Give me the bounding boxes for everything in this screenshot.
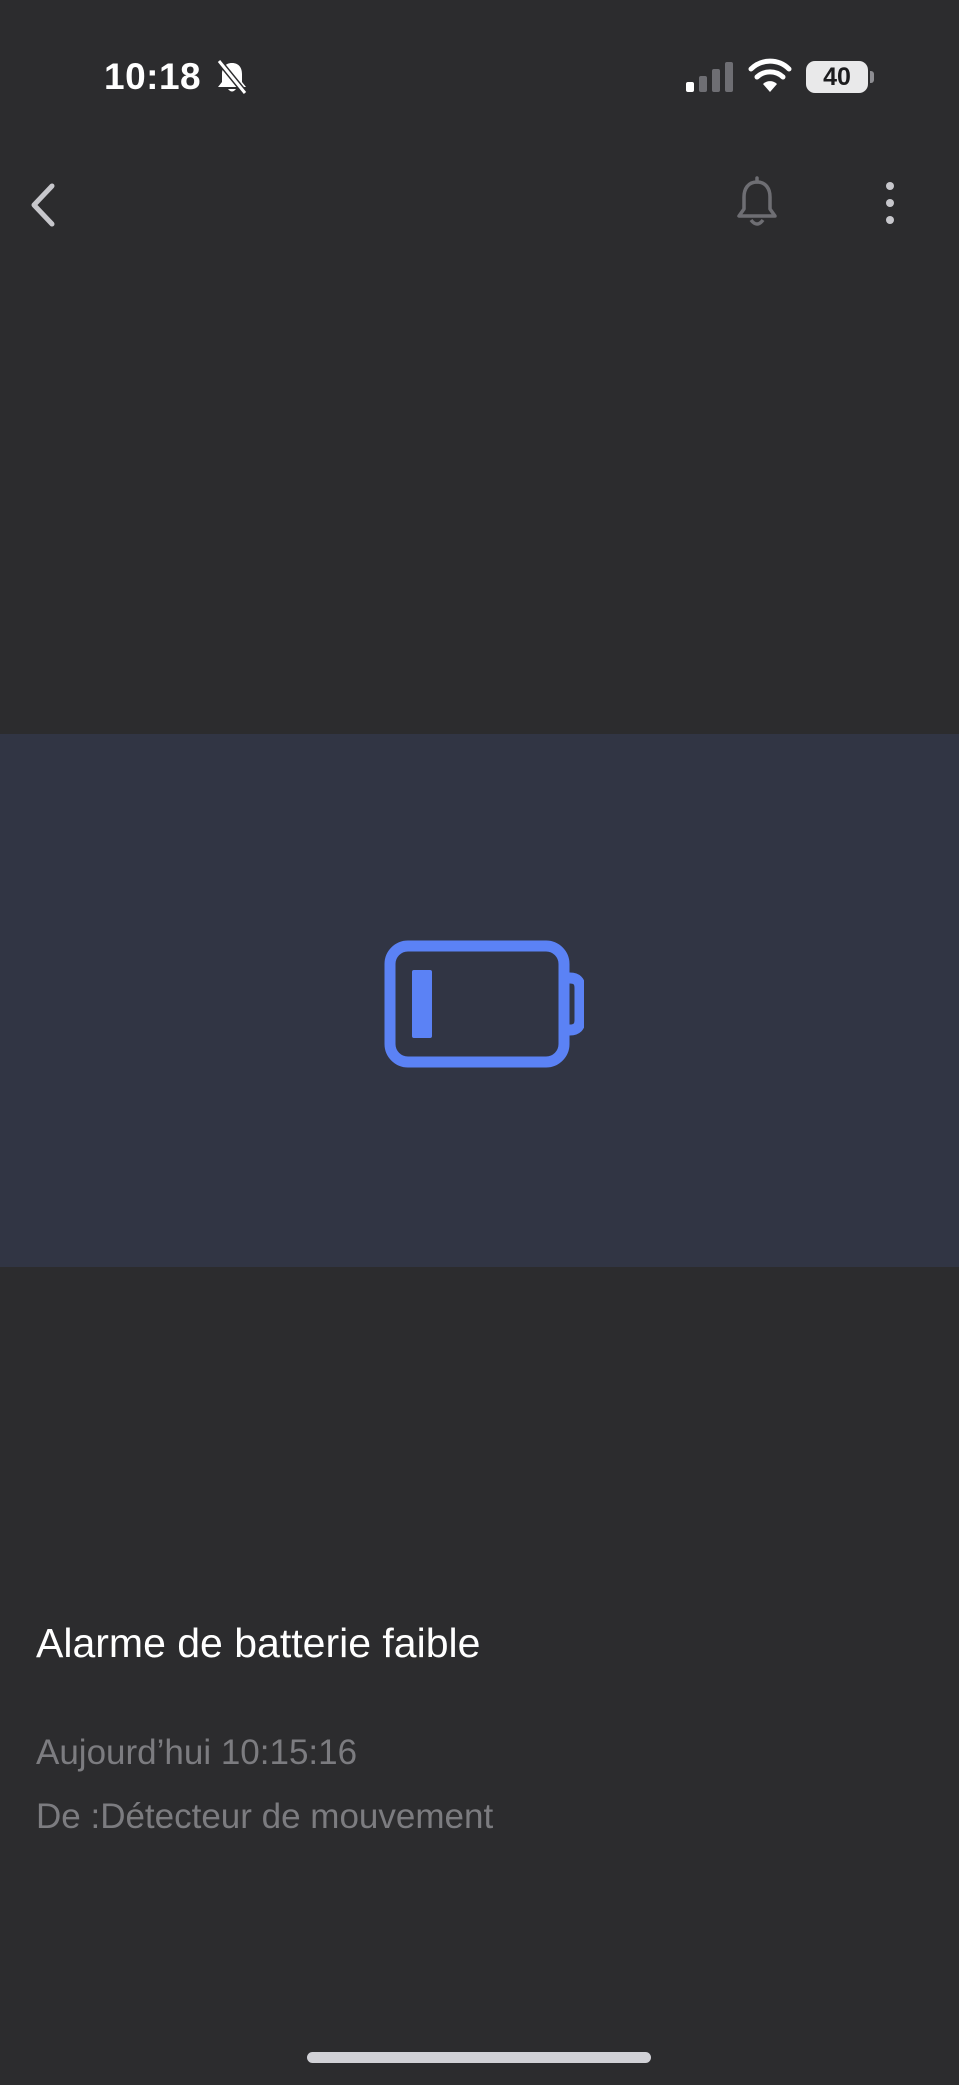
- low-battery-icon: [384, 940, 584, 1068]
- status-bar: 10:18 40: [0, 0, 959, 150]
- more-vertical-icon: [886, 182, 894, 224]
- battery-status-icon: 40: [806, 61, 874, 93]
- battery-nub: [870, 71, 874, 83]
- alarm-title: Alarme de batterie faible: [36, 1620, 481, 1666]
- bell-icon: [737, 176, 777, 226]
- chevron-left-icon: [31, 183, 55, 227]
- signal-icon: [686, 62, 733, 92]
- home-indicator[interactable]: [307, 2052, 651, 2063]
- notification-bell-button[interactable]: [732, 176, 782, 232]
- alarm-source: De :Détecteur de mouvement: [36, 1797, 494, 1836]
- back-button[interactable]: [18, 170, 68, 240]
- battery-level: 40: [806, 61, 868, 93]
- alarm-timestamp: Aujourd’hui 10:15:16: [36, 1733, 358, 1772]
- more-options-button[interactable]: [870, 176, 910, 232]
- mute-bell-icon: [216, 59, 248, 95]
- status-time: 10:18: [104, 56, 202, 97]
- wifi-icon: [748, 58, 792, 92]
